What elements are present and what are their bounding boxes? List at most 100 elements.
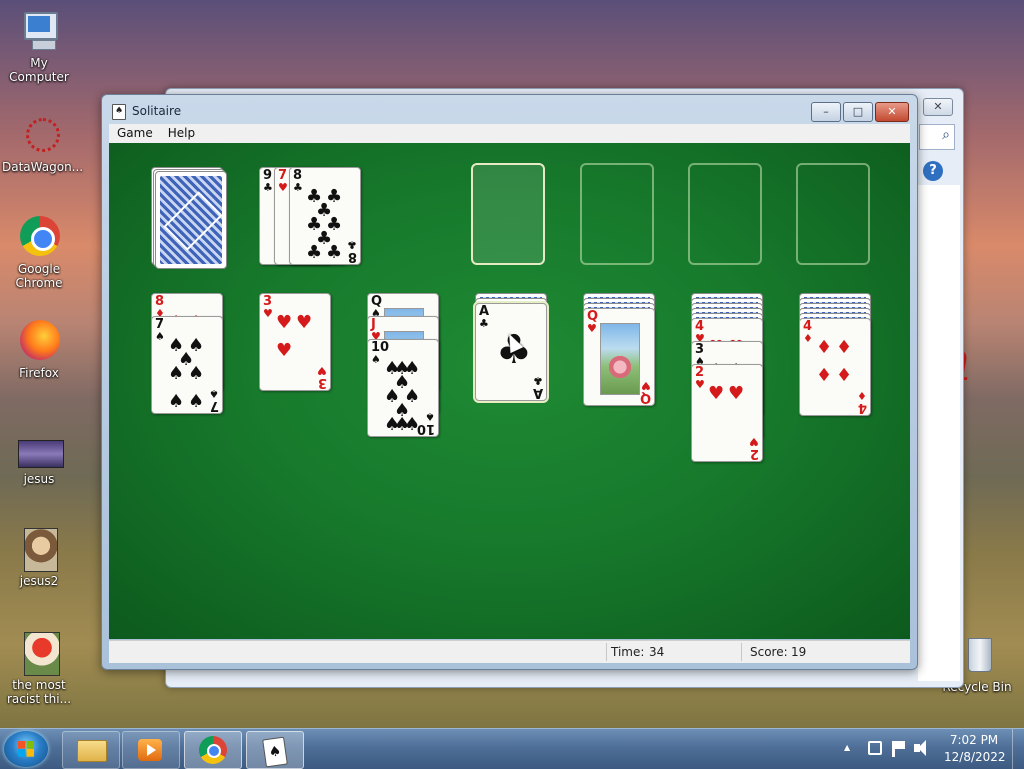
card-suit: ♦ bbox=[803, 332, 813, 345]
desktop-icon-jesus[interactable]: jesus bbox=[2, 438, 76, 486]
background-window-close-button[interactable]: ✕ bbox=[923, 98, 953, 116]
search-icon: ⌕ bbox=[942, 127, 950, 143]
card-pip: ♦ bbox=[816, 337, 833, 358]
card-suit: ♣ bbox=[479, 317, 489, 330]
menu-help[interactable]: Help bbox=[160, 124, 202, 140]
card-suit: ♥ bbox=[263, 307, 273, 320]
card-pip: ♥ bbox=[728, 383, 745, 404]
background-window-pane bbox=[918, 185, 960, 681]
background-window-search-box[interactable]: ⌕ bbox=[919, 124, 955, 150]
image-thumbnail-icon bbox=[18, 438, 64, 468]
card-pip: ♠ bbox=[394, 414, 411, 435]
desktop-icon-label: jesus bbox=[23, 472, 55, 486]
chrome-icon-center bbox=[207, 744, 221, 758]
start-button[interactable] bbox=[4, 731, 48, 767]
card-pip: ♠ bbox=[178, 349, 195, 370]
card-suit-bottom: ♥ bbox=[641, 379, 651, 392]
desktop-icon-firefox[interactable]: Firefox bbox=[2, 320, 76, 380]
card-pip: ♦ bbox=[836, 365, 853, 386]
datawagon-icon bbox=[18, 114, 60, 156]
card-rank-bottom: Q bbox=[639, 390, 651, 405]
card-pip: ♥ bbox=[276, 340, 293, 361]
tableau-column[interactable]: Q♠Q♠J♥J♥10♠10♠♠♠♠♠♠♠♠♠♠♠ bbox=[367, 293, 439, 493]
chrome-icon bbox=[18, 216, 60, 258]
tableau-column[interactable]: 4 ♦ 4 ♦ ♦ ♦ ♦ ♦ bbox=[799, 293, 871, 493]
card-suit: ♠ bbox=[155, 330, 165, 343]
play-icon bbox=[147, 744, 156, 756]
desktop-icon-my-computer[interactable]: My Computer bbox=[2, 10, 76, 84]
tableau-column[interactable]: 8♦8♦♦♦♦♦♦♦♦♦7♠7♠♠♠♠♠♠♠♠ bbox=[151, 293, 223, 493]
card-suit-bottom: ♠ bbox=[425, 410, 435, 423]
card-pip: ♠ bbox=[188, 391, 205, 412]
desktop-icon-datawagon[interactable]: DataWagon... bbox=[2, 114, 84, 174]
image-thumbnail-icon bbox=[18, 528, 60, 572]
playing-card[interactable]: 2 ♥ 2 ♥ ♥ ♥ bbox=[691, 364, 763, 462]
taskbar-solitaire-button[interactable]: ♠ bbox=[246, 731, 304, 769]
desktop-icon-label: My Computer bbox=[9, 56, 69, 84]
taskbar-chrome-button[interactable] bbox=[184, 731, 242, 769]
tableau: 8♦8♦♦♦♦♦♦♦♦♦7♠7♠♠♠♠♠♠♠♠3♥3♥♥♥♥Q♠Q♠J♥J♥10… bbox=[109, 143, 910, 639]
minimize-button[interactable]: – bbox=[811, 102, 841, 122]
menu-game[interactable]: Game bbox=[109, 124, 160, 140]
playing-card[interactable]: 7 ♠ 7 ♠ ♠ ♠ ♠ ♠ ♠ ♠ ♠ bbox=[151, 316, 223, 414]
desktop-icon-racist[interactable]: the most racist thi... bbox=[2, 632, 76, 706]
card-suit: ♠ bbox=[371, 353, 381, 366]
desktop-icon-label: jesus2 bbox=[19, 574, 59, 588]
playing-card[interactable]: Q ♥ Q ♥ bbox=[583, 308, 655, 406]
tableau-column[interactable]: Q ♥ Q ♥ bbox=[583, 293, 655, 493]
flower-picture bbox=[607, 354, 633, 380]
action-center-flag bbox=[895, 741, 905, 749]
status-bar: Time: 34 Score: 19 bbox=[109, 640, 910, 663]
card-rank-bottom: 3 bbox=[317, 375, 327, 390]
solitaire-window: ♠ Solitaire – □ ✕ GameHelp 9♣9♣♣♣♣♣♣♣♣♣♣… bbox=[101, 94, 918, 670]
network-icon[interactable] bbox=[868, 741, 882, 755]
tray-show-hidden-icons[interactable]: ▲ bbox=[844, 743, 850, 752]
maximize-button[interactable]: □ bbox=[843, 102, 873, 122]
card-suit-bottom: ♥ bbox=[749, 435, 759, 448]
desktop-icon-label: DataWagon... bbox=[2, 160, 84, 174]
desktop-icon-google-chrome[interactable]: Google Chrome bbox=[2, 216, 76, 290]
title-bar[interactable]: ♠ Solitaire – □ ✕ bbox=[102, 95, 917, 123]
score-label: Score: bbox=[750, 645, 788, 659]
status-separator bbox=[606, 643, 607, 661]
clock-date[interactable]: 12/8/2022 bbox=[944, 750, 1006, 764]
window-title: Solitaire bbox=[132, 104, 182, 118]
playing-card[interactable]: 4 ♦ 4 ♦ ♦ ♦ ♦ ♦ bbox=[799, 318, 871, 416]
taskbar-media-player-button[interactable] bbox=[122, 731, 180, 769]
solitaire-icon: ♠ bbox=[262, 736, 288, 768]
playing-card[interactable]: 10 ♠ 10 ♠ ♠ ♠ ♠ ♠ ♠ ♠ ♠ ♠ ♠ ♠ bbox=[367, 339, 439, 437]
volume-icon-cone bbox=[918, 740, 926, 756]
taskbar-explorer-button[interactable] bbox=[62, 731, 120, 769]
desktop-icon-label: Google Chrome bbox=[15, 262, 63, 290]
help-icon[interactable]: ? bbox=[923, 161, 943, 181]
show-desktop-button[interactable] bbox=[1012, 729, 1024, 769]
tableau-column[interactable]: 4♥4♥♥♥♥♥3♠3♠♠♠♠2♥2♥♥♥ bbox=[691, 293, 763, 493]
desktop-icon-label: Firefox bbox=[19, 366, 59, 380]
card-rank-bottom: 4 bbox=[857, 400, 867, 415]
tableau-column[interactable]: A ♣ A ♣ ♣ bbox=[475, 293, 547, 493]
card-suit-bottom: ♣ bbox=[533, 374, 543, 387]
clock-time[interactable]: 7:02 PM bbox=[944, 733, 1004, 747]
tableau-column[interactable]: 3 ♥ 3 ♥ ♥ ♥ ♥ bbox=[259, 293, 331, 493]
solitaire-app-icon: ♠ bbox=[112, 104, 126, 120]
card-suit-bottom: ♥ bbox=[317, 364, 327, 377]
card-pip: ♠ bbox=[394, 358, 411, 379]
card-suit-bottom: ♠ bbox=[209, 387, 219, 400]
card-suit: ♥ bbox=[695, 378, 705, 391]
card-pip: ♥ bbox=[276, 312, 293, 333]
folder-icon bbox=[77, 740, 107, 762]
card-pip: ♦ bbox=[836, 337, 853, 358]
status-separator bbox=[741, 643, 742, 661]
game-board[interactable]: 9♣9♣♣♣♣♣♣♣♣♣♣7♥7♥♥♥♥♥♥♥♥8♣8♣♣♣♣♣♣♣♣♣ 8♦8… bbox=[109, 143, 910, 639]
image-thumbnail-icon bbox=[18, 632, 60, 676]
computer-icon bbox=[18, 10, 60, 52]
card-pip: ♦ bbox=[816, 365, 833, 386]
card-suit: ♥ bbox=[587, 322, 597, 335]
close-button[interactable]: ✕ bbox=[875, 102, 909, 122]
playing-card[interactable]: 3 ♥ 3 ♥ ♥ ♥ ♥ bbox=[259, 293, 331, 391]
time-value: 34 bbox=[649, 645, 665, 659]
card-pip: ♥ bbox=[296, 312, 313, 333]
court-card-illustration bbox=[600, 323, 640, 395]
time-label: Time: bbox=[611, 645, 645, 659]
desktop-icon-jesus2[interactable]: jesus2 bbox=[2, 528, 76, 588]
